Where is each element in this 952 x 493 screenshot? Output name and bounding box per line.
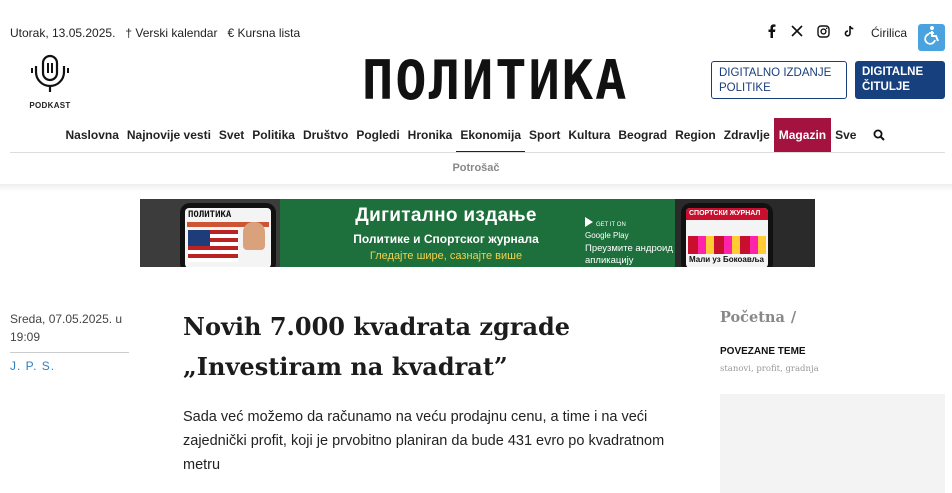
nav-item-naslovna[interactable]: Naslovna	[62, 118, 123, 152]
nav-item-zdravlje[interactable]: Zdravlje	[720, 118, 774, 152]
phone-sportski-logo: СПОРТСКИ ЖУРНАЛ	[686, 208, 768, 220]
banner-subtitle: Политике и Спортског журнала	[353, 232, 539, 246]
phone-politika-image: ПОЛИТИКА	[180, 203, 276, 267]
breadcrumb: Početna /	[720, 309, 796, 326]
tiktok-icon[interactable]	[842, 24, 856, 38]
banner-title: Дигитално издање	[355, 205, 537, 226]
script-toggle[interactable]: Ćirilica	[871, 26, 907, 40]
sidebar-ad-placeholder	[720, 394, 945, 493]
phone-sportski-caption: Мали уз Бокоавља	[689, 255, 764, 264]
magazine-cover-image	[688, 236, 766, 254]
top-bar: Utorak, 13.05.2025. † Verski kalendar € …	[0, 0, 952, 52]
instagram-icon[interactable]	[816, 24, 830, 38]
play-store-icon	[585, 216, 593, 227]
nav-item-ekonomija[interactable]: Ekonomija	[456, 118, 526, 152]
currency-link[interactable]: € Kursna lista	[227, 26, 300, 40]
digital-obituaries-button[interactable]: DIGITALNE ČITULJE	[855, 61, 945, 99]
store-description: Преузмите андроид апликацију	[585, 243, 673, 266]
breadcrumb-separator: /	[790, 309, 797, 326]
wheelchair-icon	[922, 25, 942, 50]
social-links	[764, 24, 856, 38]
microphone-icon	[31, 54, 69, 98]
accessibility-button[interactable]	[918, 24, 945, 51]
x-icon[interactable]	[790, 24, 804, 38]
top-bar-left: Utorak, 13.05.2025. † Verski kalendar € …	[10, 26, 300, 40]
site-logo[interactable]: ПОЛИТИКА	[362, 51, 626, 112]
podcast-label: PODKAST	[29, 101, 71, 110]
store-small-text: GET IT ON	[596, 222, 626, 228]
subnav-potrosac[interactable]: Potrošač	[0, 162, 952, 174]
nav-item-drustvo[interactable]: Društvo	[299, 118, 352, 152]
meta-divider	[10, 352, 129, 353]
nav-item-hronika[interactable]: Hronika	[404, 118, 457, 152]
header-shadow	[0, 184, 952, 192]
phone-sportski-image: СПОРТСКИ ЖУРНАЛ Мали уз Бокоавља	[681, 203, 773, 267]
nav-item-magazin[interactable]: Magazin	[773, 118, 832, 152]
article-lead: Sada već možemo da računamo na veću prod…	[183, 409, 665, 473]
store-name: Google Play	[585, 231, 629, 240]
search-icon[interactable]	[868, 118, 890, 152]
facebook-icon[interactable]	[764, 24, 778, 38]
phone-politika-logo: ПОЛИТИКА	[188, 210, 232, 220]
flag-image	[188, 230, 238, 262]
nav-item-kultura[interactable]: Kultura	[564, 118, 614, 152]
nav-item-sport[interactable]: Sport	[525, 118, 564, 152]
nav-item-najnovije-vesti[interactable]: Najnovije vesti	[123, 118, 215, 152]
nav-item-svet[interactable]: Svet	[215, 118, 248, 152]
main-nav: Naslovna Najnovije vesti Svet Politika D…	[0, 118, 952, 152]
nav-item-sve[interactable]: Sve	[831, 118, 860, 152]
nav-item-pogledi[interactable]: Pogledi	[352, 118, 403, 152]
related-topics-tags[interactable]: stanovi, profit, gradnja	[720, 364, 819, 374]
google-play-badge[interactable]: GET IT ON Google Play Преузмите андроид …	[585, 213, 673, 266]
nav-divider	[10, 152, 945, 153]
related-topics-title: POVEZANE TEME	[720, 346, 806, 357]
nav-item-politika[interactable]: Politika	[248, 118, 299, 152]
podcast-link[interactable]: PODKAST	[28, 54, 72, 110]
breadcrumb-home[interactable]: Početna	[720, 309, 785, 326]
digital-edition-banner[interactable]: ПОЛИТИКА Дигитално издање Политике и Спо…	[140, 199, 815, 267]
nav-item-beograd[interactable]: Beograd	[614, 118, 671, 152]
calendar-link[interactable]: † Verski kalendar	[125, 26, 217, 40]
digital-edition-button[interactable]: DIGITALNO IZDANJE POLITIKE	[711, 61, 847, 99]
article-author[interactable]: J. P. S.	[10, 359, 129, 373]
article-date: Sreda, 07.05.2025. u 19:09	[10, 312, 123, 344]
banner-tagline: Гледајте шире, сазнајте више	[369, 250, 523, 262]
portrait-image	[243, 222, 265, 250]
current-date: Utorak, 13.05.2025.	[10, 26, 116, 40]
nav-item-region[interactable]: Region	[671, 118, 720, 152]
article-title: Novih 7.000 kvadrata zgrade „Investiram …	[183, 312, 571, 381]
article-meta: Sreda, 07.05.2025. u 19:09 J. P. S.	[10, 310, 129, 373]
